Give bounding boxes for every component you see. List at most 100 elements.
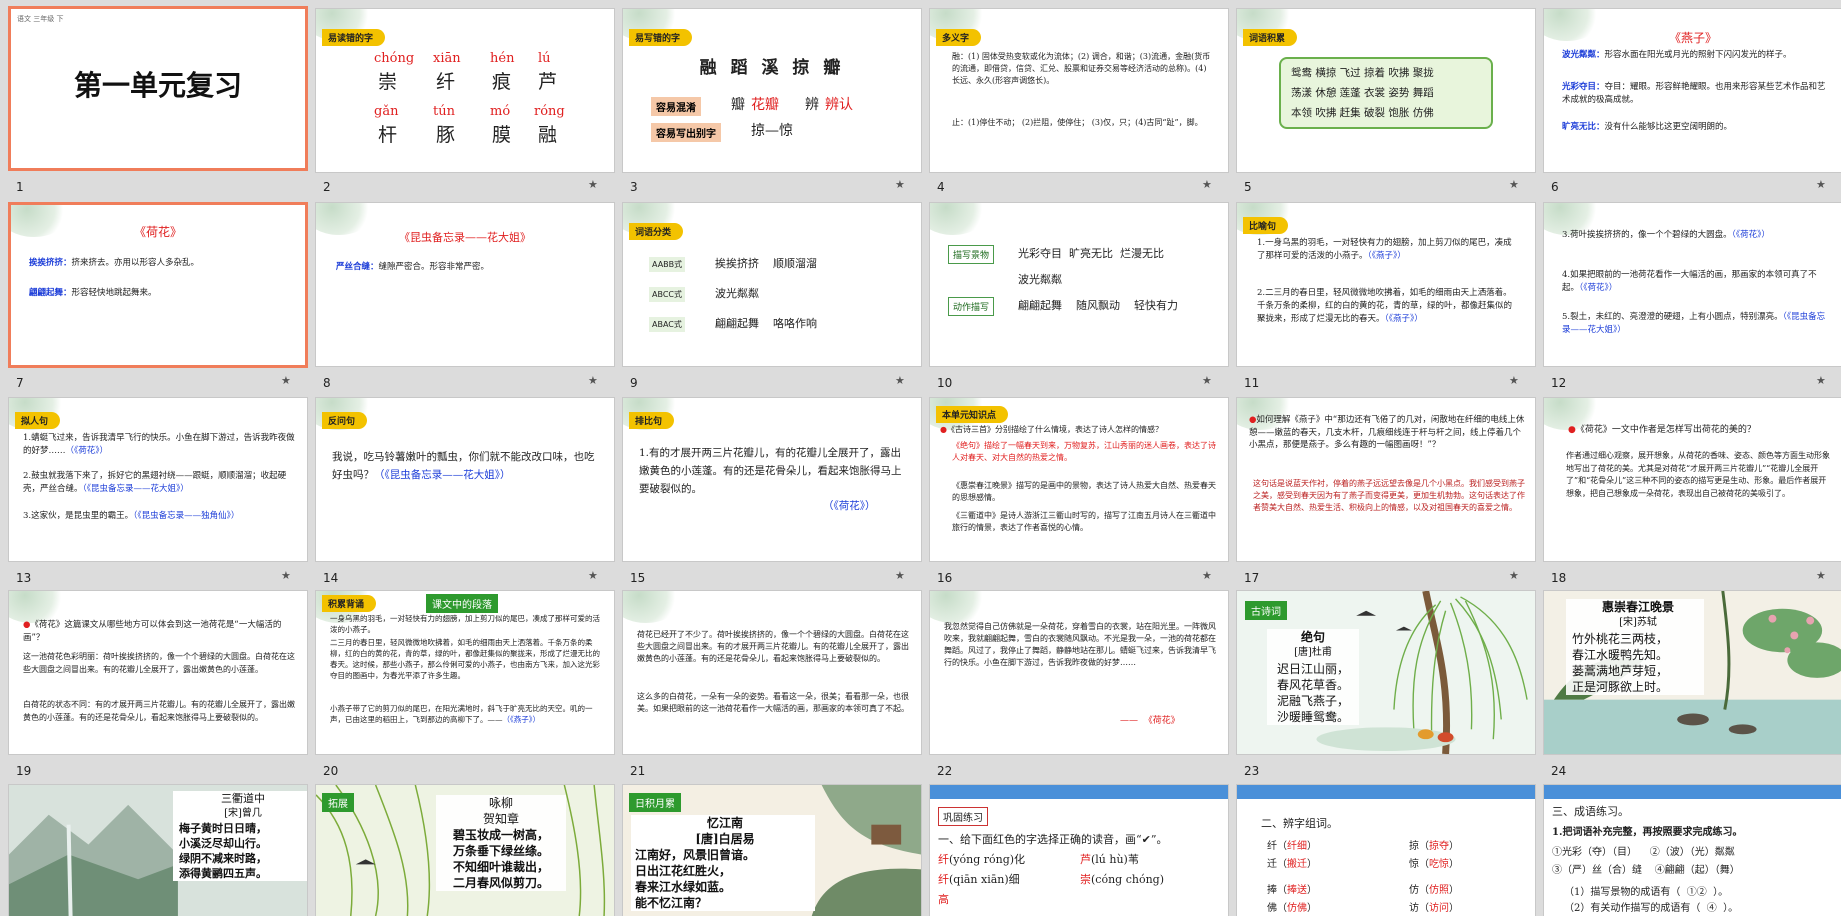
char: 佛（ <box>1267 903 1287 914</box>
slide-thumbnail-26[interactable]: 拓展 咏柳 贺知章 碧玉妆成一树高， 万条垂下绿丝绦。 不知细叶谁裁出， 二月春… <box>315 784 615 916</box>
slide-thumbnail-1[interactable]: 语文 三年级 下 第一单元复习 <box>8 6 308 171</box>
slide-thumbnail-16[interactable]: 本单元知识点 ●《古诗三首》分别描绘了什么情境，表达了诗人怎样的情感？ 《绝句》… <box>929 397 1229 562</box>
section-label: 拓展 <box>322 793 354 812</box>
slide-thumbnail-17[interactable]: ●如何理解《燕子》中“那边还有飞倦了的几对，闲散地在纤细的电线上休憩——嫩蓝的春… <box>1236 397 1536 562</box>
paragraph: 我忽然觉得自己仿佛就是一朵荷花，穿着雪白的衣裳，站在阳光里。一阵微风吹来，我就翩… <box>944 622 1216 667</box>
slide-thumbnail-8[interactable]: 《昆虫备忘录——花大姐》 严丝合缝：缝隙严密合。形容非常严密。 <box>315 202 615 367</box>
slide-title: 《荷花》 <box>133 225 182 239</box>
slide-thumbnail-6[interactable]: 《燕子》 波光粼粼：形容水面在阳光或月光的照射下闪闪发光的样子。 光彩夺目：夺目… <box>1543 8 1841 173</box>
chars-line: 融 蹈 溪 掠 瓣 <box>699 58 845 78</box>
slide-thumbnail-20[interactable]: 积累背诵 课文中的段落 一身乌黑的羽毛，一对轻快有力的翅膀，加上剪刀似的尾巴，凑… <box>315 590 615 755</box>
slide-thumbnail-15[interactable]: 排比句 1.有的才展开两三片花瓣儿，有的花瓣儿全展开了，露出嫩黄色的小莲蓬。有的… <box>622 397 922 562</box>
poem-line: 竹外桃花三两枝， <box>1572 632 1669 646</box>
slide-thumbnail-29[interactable]: 二、辨字组词。 纤（纤细） 掠（掠夺） 迁（搬迁） 惊（吃惊） 捧（捧送） 仿（… <box>1236 784 1536 916</box>
star-icon[interactable]: ★ <box>1509 374 1519 387</box>
answer: 掠夺 <box>1429 841 1449 852</box>
slide-thumbnail-13[interactable]: 拟人句 1.蜻蜓飞过来，告诉我清早飞行的快乐。小鱼在脚下游过，告诉我昨夜做的好梦… <box>8 397 308 562</box>
star-icon[interactable]: ★ <box>588 569 598 582</box>
star-icon[interactable]: ★ <box>1202 374 1212 387</box>
star-icon[interactable]: ★ <box>895 374 905 387</box>
poem-line: 沙暖睡鸳鸯。 <box>1276 710 1349 724</box>
source: （《燕子》） <box>1384 314 1423 324</box>
slide-thumbnail-19[interactable]: ●《荷花》这篇课文从哪些地方可以体会到这一池荷花是“一大幅活的画”？ 这一池荷花… <box>8 590 308 755</box>
hanzi: 芦 <box>538 71 558 93</box>
slide-thumbnail-10[interactable]: 描写景物 光彩夺目 旷亮无比 烂漫无比 波光粼粼 动作描写 翩翩起舞 随风飘动 … <box>929 202 1229 367</box>
hanzi: 纤 <box>436 71 456 93</box>
slide-thumbnail-4[interactable]: 多义字 融：(1) 固体受热变软或化为流体；(2) 调合，和谐；(3)流通，金融… <box>929 8 1229 173</box>
star-icon[interactable]: ★ <box>1509 569 1519 582</box>
paragraph: 一身乌黑的羽毛，一对轻快有力的翅膀，加上剪刀似的尾巴，凑成了那样可爱的活泼的小燕… <box>330 614 600 634</box>
sentence: 5.裂土，未红的、亮澄澄的硬翅，上有小圆点，特别漂亮。 <box>1562 312 1783 322</box>
pinyin-choice: (qiān xiān)细 <box>949 873 1020 886</box>
star-icon[interactable]: ★ <box>1202 569 1212 582</box>
slide-thumbnail-27[interactable]: 日积月累 忆江南 [唐]白居易 江南好，风景旧曾谙。 日出江花红胜火， 春来江水… <box>622 784 922 916</box>
question: 《荷花》这篇课文从哪些地方可以体会到这一池荷花是“一大幅活的画”？ <box>23 620 282 643</box>
char: 访（ <box>1409 903 1429 914</box>
poem-author: 贺知章 <box>482 812 519 826</box>
words: 翩翩起舞 随风飘动 轻快有力 <box>1018 299 1178 312</box>
star-icon[interactable]: ★ <box>1509 178 1519 191</box>
star-icon[interactable]: ★ <box>895 178 905 191</box>
slide-thumbnail-12[interactable]: 3.荷叶挨挨挤挤的，像一个个碧绿的大圆盘。（《荷花》） 4.如果把眼前的一池荷花… <box>1543 202 1841 367</box>
star-icon[interactable]: ★ <box>281 569 291 582</box>
slide-thumbnail-23[interactable]: 古诗词 绝句 [唐]杜甫 迟日江山丽， 春风花草香。 泥融飞燕子， 沙暖睡鸳鸯。 <box>1236 590 1536 755</box>
pinyin-choice: (lú hù)苇 <box>1091 853 1139 866</box>
slide-number: 23 <box>1244 764 1260 778</box>
star-icon[interactable]: ★ <box>281 374 291 387</box>
slide-number: 2 <box>323 180 331 194</box>
pinyin: lú <box>538 51 551 66</box>
slide-thumbnail-9[interactable]: 词语分类 AABB式 挨挨挤挤 顺顺溜溜 ABCC式 波光粼粼 ABAC式 翩翩… <box>622 202 922 367</box>
answer: 作者通过细心观察，展开想象，从荷花的香味、姿态、颜色等方面生动形象地写出了荷花的… <box>1566 451 1830 498</box>
slide-thumbnail-28[interactable]: 巩固练习 一、给下面红色的字选择正确的读音，画“✔”。 纤(yóng róng)… <box>929 784 1229 916</box>
header-bar <box>930 785 1228 799</box>
char: 纤（ <box>1267 841 1287 852</box>
exercise-line: ③（严）丝（合）缝 ④翩翩（起）（舞） <box>1552 865 1740 876</box>
poem-line: 迟日江山丽， <box>1276 662 1349 676</box>
star-icon[interactable]: ★ <box>1816 374 1826 387</box>
slide-thumbnail-18[interactable]: ●《荷花》一文中作者是怎样写出荷花的美的？ 作者通过细心观察，展开想象，从荷花的… <box>1543 397 1841 562</box>
pattern-label: AABB式 <box>649 257 686 272</box>
star-icon[interactable]: ★ <box>1202 178 1212 191</box>
poem-title: 绝句 <box>1300 630 1325 644</box>
star-icon[interactable]: ★ <box>588 374 598 387</box>
pattern-words: 挨挨挤挤 顺顺溜溜 <box>715 257 817 270</box>
slide-thumbnail-3[interactable]: 易写错的字 融 蹈 溪 掠 瓣 容易混淆 瓣 花瓣 辨 辨认 容易写出别字 掠—… <box>622 8 922 173</box>
slide-number: 12 <box>1551 376 1567 390</box>
pattern-label: ABCC式 <box>649 287 685 302</box>
slide-thumbnail-21[interactable]: 荷花已经开了不少了。荷叶挨挨挤挤的，像一个个碧绿的大圆盘。白荷花在这些大圆盘之间… <box>622 590 922 755</box>
words: 波光粼粼 <box>1018 273 1062 286</box>
section-label: 古诗词 <box>1245 601 1287 620</box>
star-icon[interactable]: ★ <box>588 178 598 191</box>
char: 崇 <box>1080 873 1091 886</box>
slide-thumbnail-30[interactable]: 三、成语练习。 1.把词语补充完整，再按照要求完成练习。 ①光彩（夺）（目） ②… <box>1543 784 1841 916</box>
poem-line: 添得黄鹂四五声。 <box>179 867 267 880</box>
poem-title: 三衢道中 <box>221 792 265 805</box>
paragraph: 小燕子带了它的剪刀似的尾巴，在阳光满地时，斜飞于旷亮无比的天空。叽的一声，已由这… <box>330 704 593 724</box>
slide-thumbnail-24[interactable]: 惠崇春江晚景 [宋]苏轼 竹外桃花三两枝， 春江水暖鸭先知。 蒌蒿满地芦芽短， … <box>1543 590 1841 755</box>
term: 光彩夺目： <box>1562 82 1605 92</box>
star-icon[interactable]: ★ <box>1816 569 1826 582</box>
header-bar <box>1237 785 1535 799</box>
star-icon[interactable]: ★ <box>1816 178 1826 191</box>
pinyin-choice: (cóng chóng) <box>1091 873 1164 886</box>
source: （《荷花》） <box>65 446 109 456</box>
slide-thumbnail-25[interactable]: 三衢道中 [宋]曾几 梅子黄时日日晴， 小溪泛尽却山行。 绿阴不减来时路， 添得… <box>8 784 308 916</box>
word-line: 本领 吹拂 赶集 破裂 饱胀 仿佛 <box>1291 107 1434 119</box>
category-tag: 动作描写 <box>948 297 995 316</box>
sentence: 1.蜻蜓飞过来，告诉我清早飞行的快乐。小鱼在脚下游过，告诉我昨夜做的好梦…… <box>23 433 295 456</box>
bracket: ） <box>1307 885 1317 896</box>
slide-thumbnail-22[interactable]: 我忽然觉得自己仿佛就是一朵荷花，穿着雪白的衣裳，站在阳光里。一阵微风吹来，我就翩… <box>929 590 1229 755</box>
slide-thumbnail-7[interactable]: 《荷花》 挨挨挤挤：挤来挤去。亦用以形容人多杂乱。 翩翩起舞：形容轻快地跳起舞来… <box>8 202 308 368</box>
bracket: ） <box>1449 903 1459 914</box>
slide-thumbnail-2[interactable]: 易读错的字 chóng 崇 xiān 纤 hén 痕 lú 芦 gǎn 杆 tú… <box>315 8 615 173</box>
answer: 捧送 <box>1287 885 1307 896</box>
term: 挨挨挤挤： <box>29 258 72 268</box>
star-icon[interactable]: ★ <box>895 569 905 582</box>
slide-thumbnail-11[interactable]: 比喻句 1.一身乌黑的羽毛，一对轻快有力的翅膀，加上剪刀似的尾巴，凑成了那样可爱… <box>1236 202 1536 367</box>
instruction: 1.把词语补充完整，再按照要求完成练习。 <box>1552 827 1743 838</box>
slide-thumbnail-5[interactable]: 词语积累 鸳鸯 横掠 飞过 掠着 吹拂 聚拢 荡漾 休憩 莲蓬 衣裳 姿势 舞蹈… <box>1236 8 1536 173</box>
slide-thumbnail-14[interactable]: 反问句 我说，吃马铃薯嫩叶的瓢虫，你们就不能改改口味，也吃好虫吗？（《昆虫备忘录… <box>315 397 615 562</box>
bracket: ） <box>1449 841 1459 852</box>
answer: 仿佛 <box>1287 903 1307 914</box>
poem-line: 春来江水绿如蓝。 <box>635 880 732 894</box>
